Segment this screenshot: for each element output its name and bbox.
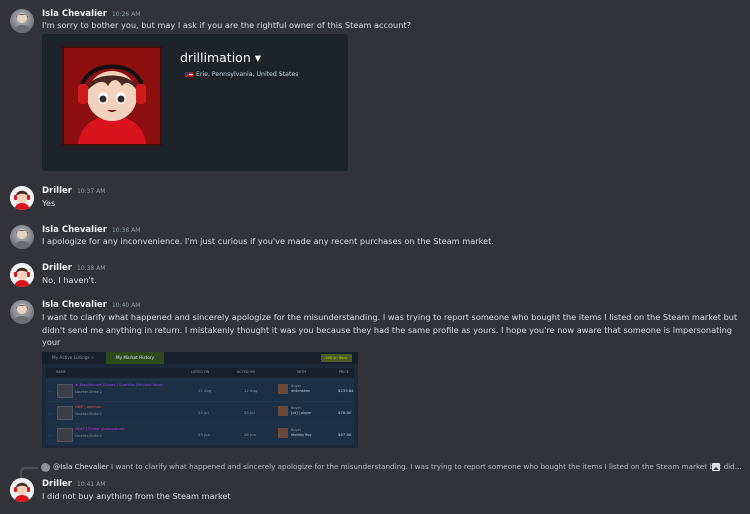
acted-on: 28 Jun — [244, 432, 256, 437]
row-marker: - — [49, 433, 51, 438]
driller-avatar-icon — [10, 186, 34, 210]
listed-on: 24 Jul — [198, 410, 209, 415]
message-line: didn't send me anything in return. I mis… — [42, 324, 732, 348]
price: $78.00 — [338, 410, 352, 415]
author-name[interactable]: Isla Chevalier — [42, 300, 107, 310]
author-name[interactable]: Isla Chevalier — [42, 9, 107, 19]
col-price: PRICE — [339, 370, 349, 374]
buyer-avatar[interactable] — [278, 428, 288, 438]
message-text: No, I haven't. — [42, 275, 97, 285]
acted-on: 25 Jul — [244, 410, 255, 415]
buyer-avatar[interactable] — [278, 384, 288, 394]
row-marker: - — [49, 411, 51, 416]
item-game: Counter-Strike 2 — [75, 412, 102, 416]
acted-on: 12 Aug — [244, 388, 258, 393]
timestamp: 10:38 AM — [76, 265, 106, 272]
driller-avatar-icon — [10, 478, 34, 502]
timestamp: 10:37 AM — [76, 188, 106, 195]
col-listed-on: LISTED ON — [191, 370, 210, 374]
buyer-name[interactable]: Monkey Boy — [291, 433, 312, 437]
buyer-label: Buyer — [291, 428, 301, 432]
market-table-header: NAME LISTED ON ACTED ON WITH PRICE — [46, 368, 354, 377]
item-game: Counter-Strike 2 — [75, 390, 102, 394]
listed-on: 23 Jun — [198, 432, 210, 437]
item-thumbnail — [57, 406, 73, 420]
author-name[interactable]: Isla Chevalier — [42, 225, 107, 235]
profile-location: Erie, Pennsylvania, United States — [185, 71, 298, 78]
buyer-name[interactable]: [sd] | player — [291, 411, 312, 415]
tab-market-history[interactable]: My Market History — [106, 352, 165, 364]
buyer-label: Buyer — [291, 384, 301, 388]
item-name[interactable]: ★ Bloodhound Gloves | Guerrilla (Minimal… — [75, 383, 164, 387]
isla-avatar-icon — [13, 229, 31, 249]
item-name[interactable]: AWP | Asiimov — [75, 405, 101, 409]
image-icon — [712, 463, 720, 471]
avatar[interactable] — [10, 478, 34, 502]
tab-active-listings[interactable]: My Active Listings ☉ — [42, 352, 105, 364]
message-text: I apologize for any inconvenience. I'm j… — [42, 236, 494, 246]
reply-mention[interactable]: @Isla Chevalier — [53, 462, 109, 471]
chevron-down-icon[interactable]: ▾ — [255, 50, 261, 65]
item-game: Counter-Strike 2 — [75, 434, 102, 438]
market-history-screenshot[interactable]: My Active Listings ☉ My Market History S… — [42, 352, 358, 448]
timestamp: 10:41 AM — [76, 481, 106, 488]
avatar[interactable] — [10, 300, 34, 324]
col-acted-on: ACTED ON — [237, 370, 255, 374]
avatar[interactable] — [10, 263, 34, 287]
market-tabs: My Active Listings ☉ My Market History S… — [42, 352, 358, 364]
author-name[interactable]: Driller — [42, 186, 72, 196]
col-name: NAME — [56, 370, 66, 374]
col-with: WITH — [297, 370, 306, 374]
anime-avatar-icon — [64, 48, 160, 144]
table-row[interactable]: - AWP | Asiimov Counter-Strike 2 24 Jul … — [46, 401, 354, 423]
buyer-avatar[interactable] — [278, 406, 288, 416]
message-text: I did not buy anything from the Steam ma… — [42, 491, 231, 501]
timestamp: 10:38 AM — [111, 227, 141, 234]
reply-preview[interactable]: @Isla Chevalier I want to clarify what h… — [20, 461, 750, 478]
table-row[interactable]: - AK47 | Flame (Annoyance) Counter-Strik… — [46, 423, 354, 445]
profile-username[interactable]: drillimation ▾ — [180, 50, 261, 65]
item-thumbnail — [57, 428, 73, 442]
avatar[interactable] — [10, 225, 34, 249]
buyer-name[interactable]: drillimation — [291, 389, 310, 393]
author-name[interactable]: Driller — [42, 479, 72, 489]
timestamp: 10:40 AM — [111, 302, 141, 309]
profile-picture — [62, 46, 162, 146]
avatar[interactable] — [10, 186, 34, 210]
isla-avatar-icon — [13, 304, 31, 324]
price: $233.84 — [338, 388, 354, 393]
reply-spine — [20, 467, 38, 478]
message-text: I'm sorry to bother you, but may I ask i… — [42, 20, 411, 30]
item-thumbnail — [57, 384, 73, 398]
price: $67.90 — [338, 432, 352, 437]
row-marker: - — [49, 389, 51, 394]
buyer-label: Buyer — [291, 406, 301, 410]
reply-avatar — [41, 463, 50, 472]
isla-avatar-icon — [13, 13, 31, 33]
sell-item-button[interactable]: Sell an Item — [320, 354, 352, 362]
driller-avatar-icon — [10, 263, 34, 287]
listed-on: 11 Aug — [198, 388, 212, 393]
timestamp: 10:26 AM — [111, 11, 141, 18]
table-row[interactable]: - ★ Bloodhound Gloves | Guerrilla (Minim… — [46, 379, 354, 401]
avatar[interactable] — [10, 9, 34, 33]
message-text: Yes — [42, 198, 56, 208]
item-name[interactable]: AK47 | Flame (Annoyance) — [75, 427, 124, 431]
reply-text[interactable]: @Isla Chevalier I want to clarify what h… — [53, 461, 742, 473]
us-flag-icon — [185, 71, 193, 77]
author-name[interactable]: Driller — [42, 263, 72, 273]
message-line: I want to clarify what happened and sinc… — [42, 312, 738, 322]
steam-profile-embed[interactable]: drillimation ▾ Erie, Pennsylvania, Unite… — [42, 34, 348, 171]
